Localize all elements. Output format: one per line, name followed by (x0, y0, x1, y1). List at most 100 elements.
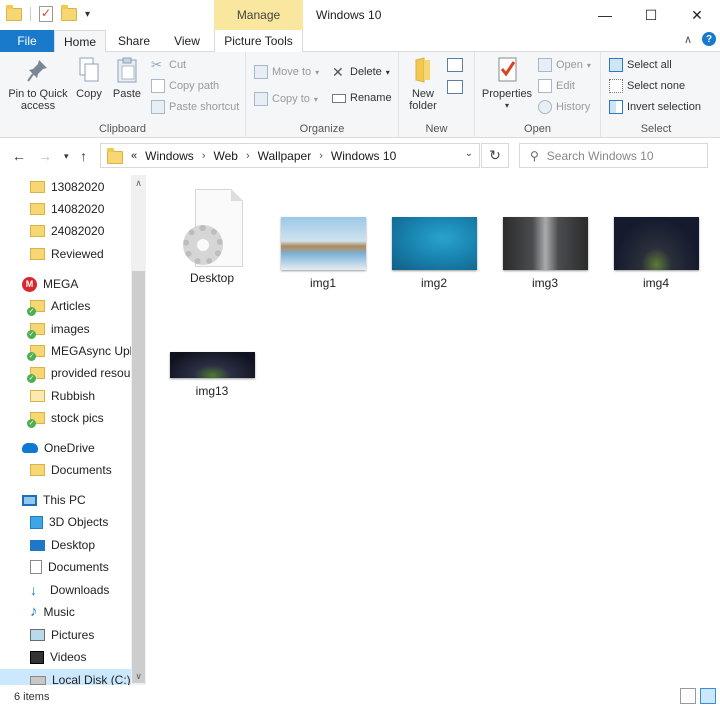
collapse-ribbon-icon[interactable]: ∧ (684, 33, 692, 46)
customize-toolbar-icon[interactable]: ▾ (85, 9, 90, 20)
breadcrumb-web[interactable]: Web (213, 149, 237, 163)
pin-to-quick-access-button[interactable]: Pin to Quick access (4, 56, 72, 112)
open-button[interactable]: Open ▾ (538, 58, 591, 72)
breadcrumb-windows[interactable]: Windows (145, 149, 194, 163)
cut-button[interactable]: ✂ Cut (151, 58, 186, 72)
copy-to-button[interactable]: Copy to ▾ (254, 92, 318, 106)
open-group: Properties ▾ Open ▾ Edit History Open (475, 52, 601, 138)
maximize-button[interactable]: ☐ (628, 0, 674, 30)
clipboard-group-label: Clipboard (98, 123, 147, 135)
sidebar-item-images[interactable]: images (27, 318, 90, 340)
sidebar-item-documents[interactable]: Documents (30, 556, 109, 578)
new-folder-button[interactable]: New folder (403, 56, 443, 112)
new-item-icon[interactable] (447, 58, 463, 72)
copy-path-button[interactable]: Copy path (151, 79, 219, 93)
refresh-icon: ↻ (489, 147, 501, 163)
sidebar-item-downloads[interactable]: ↓ Downloads (30, 579, 109, 601)
edit-button[interactable]: Edit (538, 79, 575, 93)
manage-contextual-tab[interactable]: Manage (214, 0, 303, 30)
sidebar-item-stock-pics[interactable]: stock pics (27, 407, 104, 429)
properties-icon[interactable] (39, 6, 53, 22)
move-to-button[interactable]: Move to ▾ (254, 65, 319, 79)
scrollbar-thumb[interactable] (132, 271, 145, 683)
file-name: img4 (642, 276, 669, 290)
history-button[interactable]: History (538, 100, 590, 114)
chevron-right-icon[interactable]: › (246, 150, 250, 162)
breadcrumb-overflow[interactable]: « (131, 150, 137, 162)
sidebar-item-local-disk[interactable]: Local Disk (C:) (0, 669, 131, 685)
sidebar-item-provided-resources[interactable]: provided resourc (27, 362, 131, 384)
sidebar-item-reviewed[interactable]: Reviewed (30, 243, 104, 265)
item-count: 6 items (14, 691, 50, 703)
folder-sync-icon (27, 345, 45, 361)
rename-button[interactable]: Rename (332, 92, 392, 104)
minimize-button[interactable]: — (582, 0, 628, 30)
tab-share[interactable]: Share (108, 30, 160, 52)
file-item-desktop[interactable]: Desktop (162, 189, 262, 285)
folder-icon (107, 147, 123, 164)
file-item-img1[interactable]: img1 (273, 217, 373, 290)
select-none-button[interactable]: Select none (609, 79, 685, 93)
breadcrumb-wallpaper[interactable]: Wallpaper (258, 149, 312, 163)
file-name: img3 (531, 276, 558, 290)
invert-selection-button[interactable]: Invert selection (609, 100, 701, 114)
sidebar-item-megasync-uploads[interactable]: MEGAsync Uplo (27, 340, 131, 362)
scroll-up-icon[interactable]: ∧ (131, 178, 146, 189)
chevron-right-icon[interactable]: › (202, 150, 206, 162)
tab-view[interactable]: View (164, 30, 210, 52)
desktop-icon (30, 539, 45, 551)
scroll-down-icon[interactable]: ∨ (131, 671, 146, 682)
sidebar-item-articles[interactable]: Articles (27, 295, 90, 317)
sidebar-item-rubbish[interactable]: Rubbish (30, 385, 95, 407)
sidebar-item-music[interactable]: ♪ Music (30, 601, 75, 623)
easy-access-icon[interactable] (447, 80, 463, 94)
delete-button[interactable]: ✕ Delete ▾ (332, 65, 390, 79)
nav-scrollbar[interactable]: ∧ ∨ (131, 175, 146, 685)
sidebar-item-onedrive[interactable]: OneDrive (22, 437, 95, 459)
tab-picture-tools[interactable]: Picture Tools (214, 30, 303, 52)
open-group-label: Open (524, 123, 551, 135)
tab-file[interactable]: File (0, 30, 54, 52)
search-input[interactable]: ⚲ Search Windows 10 (519, 143, 708, 168)
help-icon[interactable]: ? (702, 32, 716, 46)
back-arrow-icon[interactable]: ← (12, 148, 26, 164)
file-item-img4[interactable]: img4 (606, 217, 706, 290)
folder-sync-icon (27, 367, 45, 383)
file-item-img13[interactable]: img13 (162, 352, 262, 398)
recent-locations-icon[interactable]: ▾ (64, 151, 69, 162)
refresh-button[interactable]: ↻ (481, 143, 509, 168)
sidebar-item-pictures[interactable]: Pictures (30, 624, 94, 646)
sidebar-item-mega[interactable]: M MEGA (22, 273, 78, 295)
sidebar-item-13082020[interactable]: 13082020 (30, 176, 104, 198)
view-toggle (680, 688, 716, 704)
chevron-down-icon[interactable]: ⌄ (465, 148, 473, 159)
address-bar[interactable]: « Windows › Web › Wallpaper › Windows 10… (100, 143, 480, 168)
open-icon (538, 58, 552, 72)
sidebar-item-videos[interactable]: Videos (30, 646, 86, 668)
new-folder-icon[interactable] (61, 4, 77, 21)
sidebar-item-onedrive-documents[interactable]: Documents (30, 459, 112, 481)
sidebar-item-this-pc[interactable]: This PC (22, 489, 86, 511)
file-item-img2[interactable]: img2 (384, 217, 484, 290)
close-button[interactable]: ✕ (674, 0, 720, 30)
details-view-icon[interactable] (680, 688, 696, 704)
sidebar-item-14082020[interactable]: 14082020 (30, 198, 104, 220)
forward-arrow-icon[interactable]: → (38, 148, 52, 164)
tab-home[interactable]: Home (54, 30, 106, 53)
chevron-right-icon[interactable]: › (319, 150, 323, 162)
properties-button[interactable]: Properties ▾ (479, 56, 535, 112)
sidebar-item-3d-objects[interactable]: 3D Objects (30, 511, 108, 533)
folder-sync-icon (27, 412, 45, 428)
up-arrow-icon[interactable]: ↑ (80, 148, 87, 164)
file-item-img3[interactable]: img3 (495, 217, 595, 290)
folder-icon (6, 4, 22, 21)
paste-button[interactable]: Paste (110, 56, 144, 100)
breadcrumb-windows-10[interactable]: Windows 10 (331, 149, 396, 163)
file-list: Desktop img1 img2 img3 img4 img13 (148, 175, 720, 685)
copy-button[interactable]: Copy (72, 56, 106, 100)
paste-shortcut-button[interactable]: Paste shortcut (151, 100, 239, 114)
large-icons-view-icon[interactable] (700, 688, 716, 704)
select-all-button[interactable]: Select all (609, 58, 672, 72)
sidebar-item-desktop[interactable]: Desktop (30, 534, 95, 556)
sidebar-item-24082020[interactable]: 24082020 (30, 220, 104, 242)
